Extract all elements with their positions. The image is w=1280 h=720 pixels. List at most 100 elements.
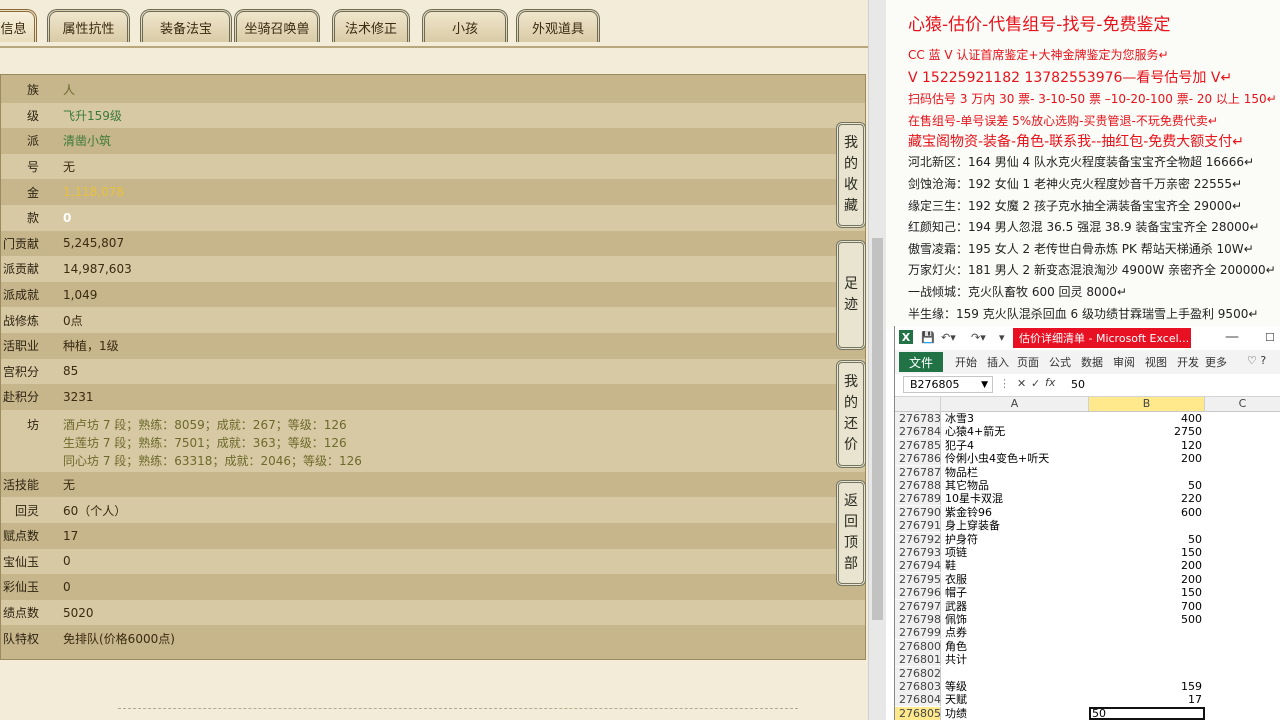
cell-a[interactable]: 天赋 — [945, 693, 967, 706]
table-row[interactable]: 276788 其它物品 50 — [895, 479, 1280, 492]
excel-app-icon[interactable]: X — [899, 330, 913, 344]
cell-a[interactable]: 身上穿装备 — [945, 519, 1000, 532]
cell-a[interactable]: 伶俐小虫4变色+听天 — [945, 452, 1049, 465]
tab-3[interactable]: 装备法宝 — [140, 9, 232, 42]
tab-1[interactable]: 信息 — [0, 9, 37, 42]
cell-a[interactable]: 项链 — [945, 546, 967, 559]
cell-a[interactable]: 佩饰 — [945, 613, 967, 626]
cell-a[interactable]: 冰雪3 — [945, 412, 974, 425]
row-number[interactable]: 276800 — [895, 639, 941, 653]
tab-5[interactable]: 法术修正 — [332, 9, 410, 42]
cell-b[interactable]: 200 — [1089, 452, 1205, 465]
cell-a[interactable]: 心猿4+箭无 — [945, 425, 1005, 438]
cell-a[interactable]: 共计 — [945, 653, 967, 666]
row-number[interactable]: 276795 — [895, 572, 941, 586]
column-header-a[interactable]: A — [941, 397, 1089, 411]
tab-2[interactable]: 属性抗性 — [47, 9, 130, 42]
page-scrollbar[interactable] — [868, 0, 886, 720]
cell-b[interactable]: 200 — [1089, 573, 1205, 586]
row-number[interactable]: 276792 — [895, 532, 941, 546]
column-header-c[interactable]: C — [1205, 397, 1280, 411]
footprint-button[interactable]: 足迹 — [836, 240, 866, 350]
table-row[interactable]: 276800 角色 — [895, 639, 1280, 653]
tab-ribbon-3[interactable]: 页面 — [1017, 354, 1039, 370]
resize-handle-icon[interactable]: ⋮ — [999, 377, 1010, 390]
tab-ribbon-9[interactable]: 更多 — [1205, 354, 1227, 370]
table-row[interactable]: 276784 心猿4+箭无 2750 — [895, 425, 1280, 439]
row-number[interactable]: 276801 — [895, 653, 941, 667]
row-number[interactable]: 276783 — [895, 412, 941, 425]
table-row[interactable]: 276793 项链 150 — [895, 546, 1280, 559]
table-row[interactable]: 276785 犯子4 120 — [895, 438, 1280, 452]
cell-a[interactable]: 功绩 — [945, 707, 967, 720]
table-row[interactable]: 276797 武器 700 — [895, 599, 1280, 613]
tab-6[interactable]: 小孩 — [422, 9, 508, 42]
row-number[interactable]: 276784 — [895, 425, 941, 439]
row-number[interactable]: 276803 — [895, 680, 941, 693]
table-row[interactable]: 276795 衣服 200 — [895, 572, 1280, 586]
tab-ribbon-8[interactable]: 开发 — [1177, 354, 1199, 370]
column-header-b[interactable]: B — [1089, 397, 1205, 411]
favorites-button[interactable]: 我的收藏 — [836, 122, 866, 228]
cell-a[interactable]: 等级 — [945, 680, 967, 693]
cell-a[interactable]: 点券 — [945, 626, 967, 639]
tab-ribbon-1[interactable]: 开始 — [955, 354, 977, 370]
row-number[interactable]: 276797 — [895, 599, 941, 613]
scrollbar-thumb[interactable] — [872, 238, 883, 620]
row-number[interactable]: 276788 — [895, 479, 941, 492]
cell-a[interactable]: 衣服 — [945, 573, 967, 586]
insert-function-icon[interactable]: fx — [1045, 376, 1055, 389]
row-number[interactable]: 276790 — [895, 505, 941, 519]
row-number[interactable]: 276793 — [895, 546, 941, 559]
tab-7[interactable]: 外观道具 — [516, 9, 600, 42]
cell-b[interactable]: 2750 — [1089, 425, 1205, 438]
name-box[interactable]: B276805 ▼ — [903, 376, 993, 393]
tab-ribbon-5[interactable]: 数据 — [1081, 354, 1103, 370]
table-row[interactable]: 276783 冰雪3 400 — [895, 412, 1280, 425]
help-icon[interactable]: ♡ ? — [1247, 354, 1266, 367]
row-number[interactable]: 276794 — [895, 559, 941, 573]
back-to-top-button[interactable]: 返回顶部 — [836, 480, 866, 586]
cell-a[interactable]: 护身符 — [945, 533, 978, 546]
cell-b[interactable]: 400 — [1089, 412, 1205, 425]
cell-b[interactable]: 220 — [1089, 492, 1205, 505]
cell-b[interactable]: 200 — [1089, 559, 1205, 572]
cell-a[interactable]: 武器 — [945, 600, 967, 613]
row-number[interactable]: 276796 — [895, 586, 941, 600]
cell-b[interactable]: 17 — [1089, 693, 1205, 706]
select-all-corner[interactable] — [895, 397, 941, 411]
tab-ribbon-2[interactable]: 插入 — [987, 354, 1009, 370]
bargain-button[interactable]: 我的还价 — [836, 360, 866, 468]
tab-file[interactable]: 文件 — [899, 352, 943, 372]
spreadsheet-grid[interactable]: 276783 冰雪3 400 276784 心猿4+箭无 2750 276785 犯子4 120… — [895, 412, 1280, 720]
table-row[interactable]: 276790 紫金铃96 600 — [895, 505, 1280, 519]
cancel-icon[interactable]: ✕ — [1017, 377, 1026, 390]
cell-a[interactable]: 鞋 — [945, 559, 956, 572]
tab-ribbon-7[interactable]: 视图 — [1145, 354, 1167, 370]
cell-a[interactable]: 10星卡双混 — [945, 492, 1003, 505]
row-number[interactable]: 276785 — [895, 438, 941, 452]
enter-icon[interactable]: ✓ — [1031, 377, 1040, 390]
table-row[interactable]: 276787 物品栏 — [895, 465, 1280, 479]
tab-4[interactable]: 坐骑召唤兽 — [234, 9, 320, 42]
cell-b[interactable]: 120 — [1089, 439, 1205, 452]
redo-icon[interactable]: ↷▾ — [971, 330, 986, 344]
row-number[interactable]: 276789 — [895, 492, 941, 506]
minimize-icon[interactable]: — — [1225, 329, 1239, 345]
table-row[interactable]: 276805 功绩 50 — [895, 706, 1280, 720]
table-row[interactable]: 276798 佩饰 500 — [895, 613, 1280, 626]
row-number[interactable]: 276786 — [895, 452, 941, 466]
table-row[interactable]: 276794 鞋 200 — [895, 559, 1280, 573]
cell-b[interactable]: 150 — [1089, 586, 1205, 599]
cell-b[interactable]: 50 — [1089, 479, 1205, 492]
quick-access-dropdown-icon[interactable]: ▾ — [999, 330, 1005, 344]
row-number[interactable]: 276798 — [895, 613, 941, 626]
table-row[interactable]: 276801 共计 — [895, 653, 1280, 667]
table-row[interactable]: 276791 身上穿装备 — [895, 519, 1280, 533]
cell-a[interactable]: 帽子 — [945, 586, 967, 599]
table-row[interactable]: 276796 帽子 150 — [895, 586, 1280, 600]
cell-a[interactable]: 犯子4 — [945, 439, 974, 452]
table-row[interactable]: 276803 等级 159 — [895, 680, 1280, 693]
cell-b[interactable]: 600 — [1089, 506, 1205, 519]
row-number[interactable]: 276791 — [895, 519, 941, 533]
